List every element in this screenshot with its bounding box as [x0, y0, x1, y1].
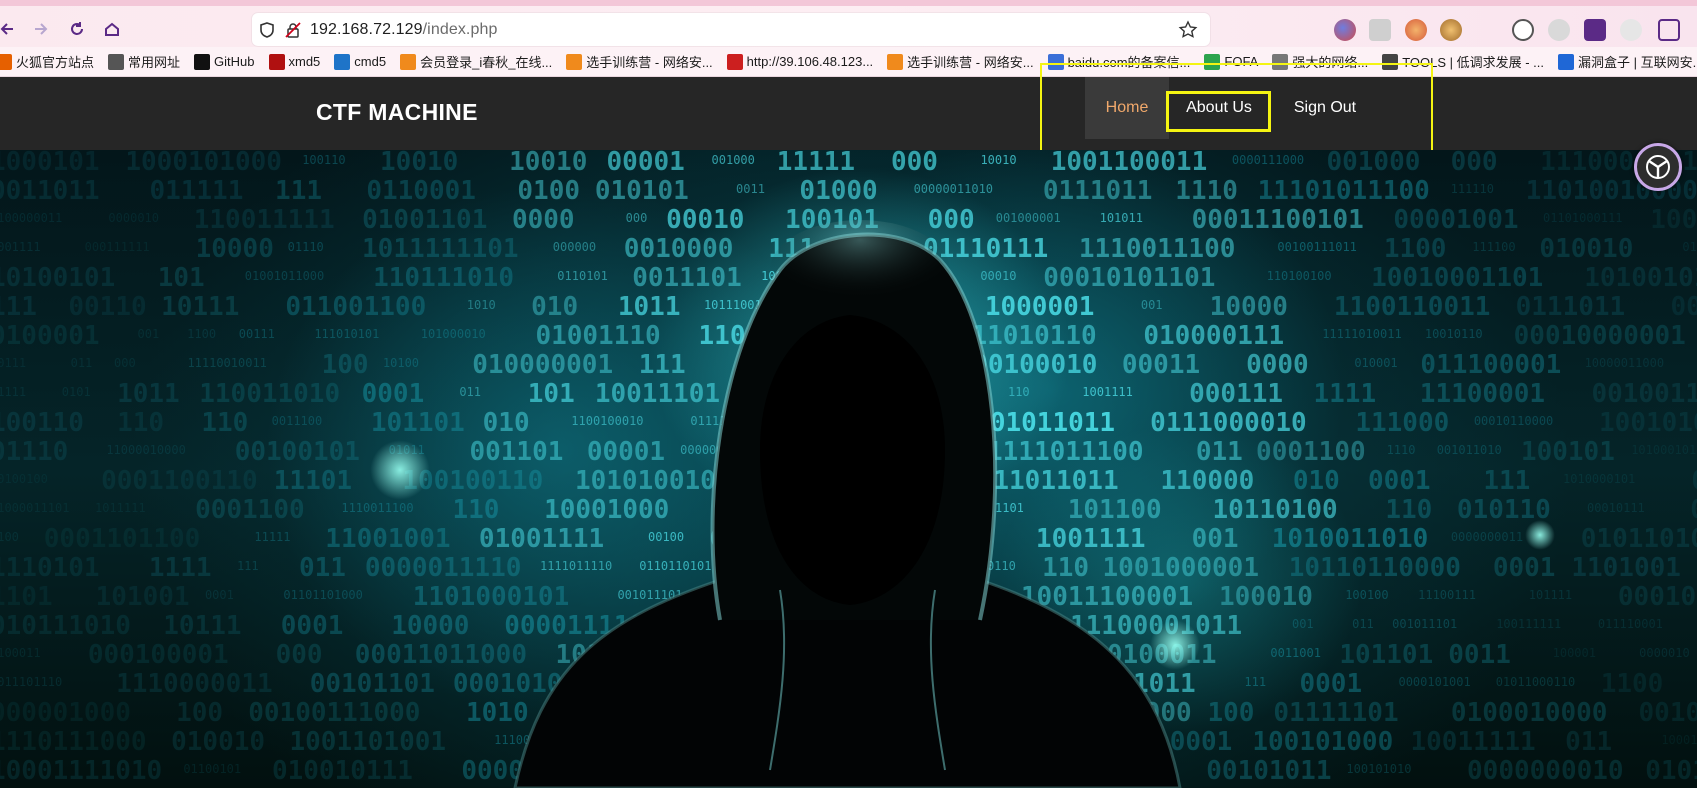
site-brand[interactable]: CTF MACHINE — [316, 99, 478, 126]
bookmark-label: 选手训练营 - 网络安... — [907, 55, 1034, 70]
bookmark-item[interactable]: TOOLS | 低调求发展 - ... — [1382, 52, 1544, 71]
shield-icon[interactable] — [258, 21, 276, 39]
bookmark-label: 常用网址 — [128, 55, 181, 70]
bookmark-favicon-icon — [1272, 53, 1289, 70]
home-icon — [105, 22, 119, 36]
bookmark-label: 强大的网络... — [1292, 55, 1369, 70]
bookmark-item[interactable]: baidu.com的备案信... — [1047, 52, 1191, 71]
bookmark-favicon-icon — [0, 53, 12, 70]
bookmark-favicon-icon — [108, 53, 125, 70]
bookmark-favicon-icon — [566, 53, 583, 70]
bookmark-favicon-icon — [1204, 53, 1221, 70]
bookmark-item[interactable]: GitHub — [194, 53, 255, 70]
bookmark-item[interactable]: 常用网址 — [108, 52, 180, 71]
bookmark-favicon-icon — [1558, 53, 1575, 70]
bookmark-favicon-icon — [400, 53, 417, 70]
extension-stop-icon[interactable] — [1405, 19, 1427, 41]
bookmark-label: cmd5 — [354, 54, 387, 69]
bookmark-label: TOOLS | 低调求发展 - ... — [1402, 55, 1545, 70]
nav-signout-link[interactable]: Sign Out — [1275, 77, 1375, 139]
forward-arrow-icon — [35, 23, 48, 35]
insecure-lock-icon[interactable] — [284, 21, 302, 39]
extension-globe-icon[interactable] — [1334, 19, 1356, 41]
bookmark-favicon-icon — [1047, 53, 1064, 70]
bookmark-favicon-icon — [1382, 53, 1399, 70]
bookmark-favicon-icon — [726, 53, 743, 70]
bookmark-label: baidu.com的备案信... — [1067, 55, 1191, 70]
extension-download-icon[interactable] — [1584, 19, 1606, 41]
nav-about-link[interactable]: About Us — [1167, 77, 1271, 139]
hero-image: 1000101 1000101000 100110 10010 10010 00001 00… — [0, 150, 1697, 788]
bookmark-label: FOFA — [1224, 54, 1259, 69]
bookmark-item[interactable]: xmd5 — [268, 53, 321, 70]
bookmark-item[interactable]: 会员登录_i春秋_在线... — [400, 52, 552, 71]
back-arrow-icon — [0, 23, 13, 35]
bookmark-star-icon[interactable] — [1178, 19, 1198, 40]
url-text: 192.168.72.129/index.php — [310, 21, 497, 39]
bookmark-label: 选手训练营 - 网络安... — [586, 55, 713, 70]
assistant-logo-icon — [1646, 155, 1670, 179]
bookmark-item[interactable]: 选手训练营 - 网络安... — [887, 52, 1034, 71]
url-path: /index.php — [422, 20, 498, 38]
extension-cookie-icon[interactable] — [1512, 19, 1534, 41]
site-header: CTF MACHINE Home About Us Sign Out — [0, 77, 1697, 150]
bookmark-item[interactable]: http://39.106.48.123... — [726, 53, 874, 70]
bookmark-label: 漏洞盒子 | 互联网安... — [1578, 55, 1697, 70]
bookmark-favicon-icon — [334, 53, 351, 70]
bookmark-label: 火狐官方站点 — [16, 55, 95, 70]
bookmark-item[interactable]: cmd5 — [334, 53, 387, 70]
nav-home-link[interactable]: Home — [1085, 77, 1169, 139]
extensions-puzzle-icon[interactable] — [1658, 19, 1680, 41]
bookmark-item[interactable]: 漏洞盒子 | 互联网安... — [1558, 52, 1697, 71]
bookmark-item[interactable]: FOFA — [1204, 53, 1259, 70]
bookmark-label: 会员登录_i春秋_在线... — [420, 55, 553, 70]
bookmark-favicon-icon — [268, 53, 285, 70]
sidebar-assistant-button[interactable] — [1634, 143, 1682, 191]
bookmark-item[interactable]: 选手训练营 - 网络安... — [566, 52, 713, 71]
reload-icon — [71, 22, 83, 35]
extension-gear-icon[interactable] — [1548, 19, 1570, 41]
extension-window-icon[interactable] — [1369, 19, 1391, 41]
back-button[interactable] — [0, 14, 22, 44]
hooded-figure — [513, 220, 1182, 788]
bookmark-item[interactable]: 强大的网络... — [1272, 52, 1368, 71]
extension-monkey-icon[interactable] — [1440, 19, 1462, 41]
bookmark-label: xmd5 — [288, 54, 321, 69]
bookmark-favicon-icon — [887, 53, 904, 70]
home-button[interactable] — [97, 14, 127, 44]
bookmark-favicon-icon — [194, 53, 211, 70]
bookmark-item[interactable]: 火狐官方站点 — [0, 52, 94, 71]
browser-toolbar: 192.168.72.129/index.php — [0, 0, 1697, 47]
url-host: 192.168.72.129 — [310, 20, 423, 38]
bookmark-label: http://39.106.48.123... — [746, 54, 874, 69]
forward-button[interactable] — [26, 14, 56, 44]
bookmarks-bar: 火狐官方站点 常用网址 GitHub xmd5 cmd5 会员登录_i春秋_在线... 选手… — [0, 47, 1697, 77]
address-bar[interactable]: 192.168.72.129/index.php — [252, 13, 1210, 46]
reload-button[interactable] — [62, 14, 92, 44]
extension-fox-icon[interactable] — [1620, 19, 1642, 41]
bookmark-label: GitHub — [214, 54, 255, 69]
